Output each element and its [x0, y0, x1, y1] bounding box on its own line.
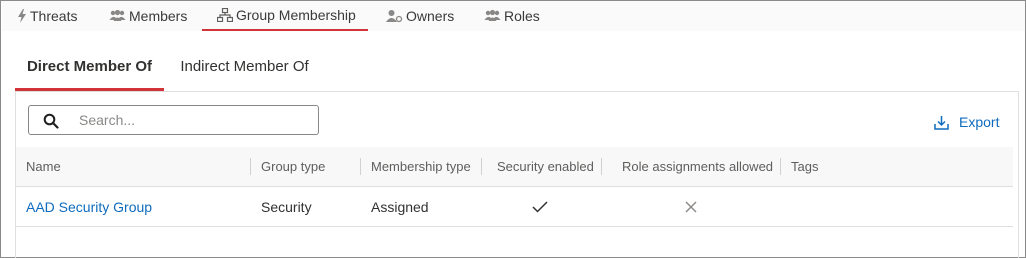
lightning-icon [18, 9, 26, 23]
tab-direct-member-of-label: Direct Member Of [26, 58, 153, 75]
tab-threats-label: Threats [30, 8, 78, 24]
table-row[interactable]: AAD Security Group Security Assigned [16, 187, 1013, 227]
tab-group-membership-label: Group Membership [236, 7, 356, 23]
export-button[interactable]: Export [934, 112, 999, 132]
cross-icon [685, 201, 697, 212]
download-icon [934, 115, 949, 130]
tab-direct-member-of[interactable]: Direct Member Of [15, 49, 164, 91]
security-enabled-cell [532, 187, 548, 226]
people-group-icon [484, 9, 501, 21]
column-resize-handle[interactable] [601, 158, 602, 175]
top-tab-bar: Threats Members Group Membership Owners … [2, 1, 1025, 31]
column-resize-handle[interactable] [481, 158, 482, 175]
owner-icon [386, 10, 403, 23]
tab-members-label: Members [129, 8, 188, 24]
group-name-link[interactable]: AAD Security Group [26, 187, 152, 226]
people-group-icon [109, 9, 126, 21]
search-input[interactable] [79, 106, 309, 134]
export-label: Export [959, 114, 1000, 130]
column-header-membership-type[interactable]: Membership type [371, 147, 471, 186]
column-resize-handle[interactable] [250, 158, 251, 175]
tab-threats[interactable]: Threats [17, 1, 77, 31]
org-chart-icon [217, 8, 233, 22]
column-resize-handle[interactable] [360, 158, 361, 175]
column-header-name[interactable]: Name [26, 147, 61, 186]
tab-indirect-member-of-label: Indirect Member Of [180, 58, 309, 75]
column-header-tags[interactable]: Tags [791, 147, 818, 186]
search-box[interactable] [28, 105, 319, 135]
tab-members[interactable]: Members [109, 1, 187, 31]
column-resize-handle[interactable] [780, 158, 781, 175]
group-membership-panel: Threats Members Group Membership Owners … [0, 0, 1026, 258]
column-header-security-enabled[interactable]: Security enabled [497, 147, 594, 186]
tab-group-membership[interactable]: Group Membership [202, 1, 368, 31]
checkmark-icon [532, 200, 548, 213]
table-header: Name Group type Membership type Security… [16, 147, 1013, 187]
tab-owners[interactable]: Owners [386, 1, 454, 31]
group-type-cell: Security [261, 198, 312, 215]
role-assignments-allowed-cell [685, 187, 697, 226]
column-header-group-type[interactable]: Group type [261, 147, 325, 186]
membership-type-cell: Assigned [371, 198, 429, 215]
tab-roles[interactable]: Roles [484, 1, 540, 31]
column-header-role-assignments-allowed[interactable]: Role assignments allowed [622, 147, 773, 186]
search-icon [43, 113, 59, 129]
tab-owners-label: Owners [406, 8, 455, 24]
tab-indirect-member-of[interactable]: Indirect Member Of [168, 49, 321, 91]
tab-roles-label: Roles [504, 8, 540, 24]
